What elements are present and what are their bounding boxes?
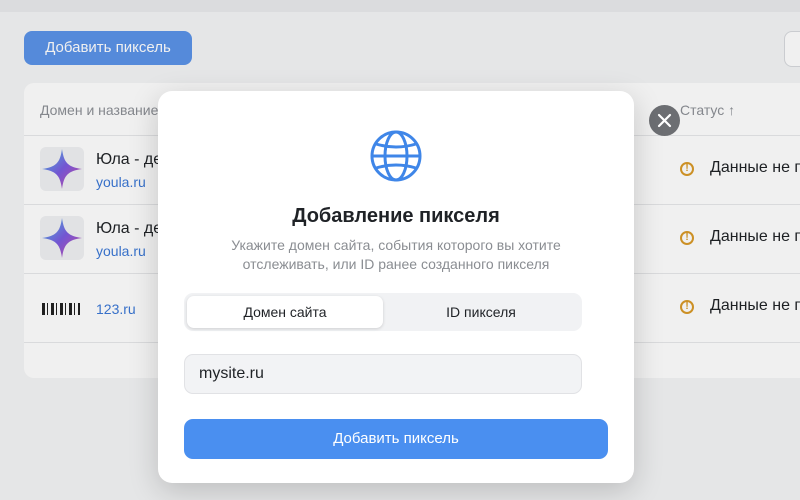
close-icon (657, 113, 672, 128)
tab-pixel-id[interactable]: ID пикселя (383, 296, 579, 328)
add-pixel-button[interactable]: Добавить пиксель (184, 419, 608, 459)
modal-subtitle: Укажите домен сайта, события которого вы… (231, 237, 561, 272)
tab-site-domain[interactable]: Домен сайта (187, 296, 383, 328)
domain-input[interactable] (184, 354, 582, 394)
source-type-tabs: Домен сайта ID пикселя (184, 293, 582, 331)
modal-title: Добавление пикселя (292, 205, 500, 227)
add-pixel-modal: Добавление пикселя Укажите домен сайта, … (158, 91, 634, 483)
globe-icon (370, 130, 422, 182)
close-modal-button[interactable] (649, 105, 680, 136)
